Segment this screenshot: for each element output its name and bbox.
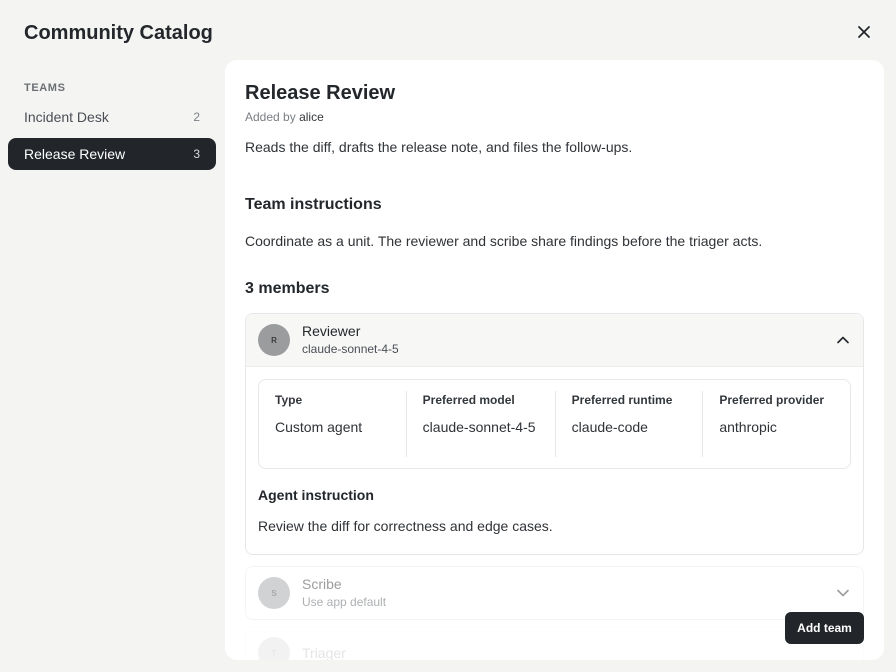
agent-instruction-label: Agent instruction	[258, 487, 374, 503]
added-by: Added by alice	[245, 110, 324, 124]
sidebar-item-incident-desk[interactable]: Incident Desk 2	[8, 101, 216, 133]
team-instructions-text: Coordinate as a unit. The reviewer and s…	[245, 233, 763, 249]
member-name: Reviewer	[302, 323, 361, 339]
member-header[interactable]: R Reviewer claude-sonnet-4-5	[246, 314, 863, 366]
member-name: Triager	[302, 644, 346, 661]
avatar: T	[258, 637, 290, 660]
close-button[interactable]	[852, 20, 876, 44]
prop-value: Custom agent	[275, 419, 363, 435]
prop-label: Type	[275, 393, 303, 407]
prop-preferred-provider: Preferred provider anthropic	[702, 391, 850, 457]
member-name: Scribe	[302, 576, 342, 592]
member-header[interactable]: T Triager	[246, 627, 863, 660]
prop-value: claude-code	[571, 419, 648, 435]
team-title: Release Review	[245, 82, 396, 104]
member-model: Use app default	[302, 595, 387, 609]
prop-label: Preferred model	[422, 393, 515, 407]
add-team-button[interactable]: Add team	[785, 612, 864, 644]
sidebar-item-release-review[interactable]: Release Review 3	[8, 138, 216, 170]
chevron-up-icon[interactable]	[835, 332, 851, 348]
sidebar-item-label: Release Review	[24, 146, 126, 162]
sidebar-heading: TEAMS	[24, 82, 66, 94]
sidebar-item-count: 3	[193, 147, 200, 161]
added-by-prefix: Added by	[245, 110, 296, 124]
team-instructions-heading: Team instructions	[245, 196, 382, 213]
prop-type: Type Custom agent	[259, 391, 406, 457]
prop-preferred-model: Preferred model claude-sonnet-4-5	[405, 391, 555, 457]
team-detail-panel: Release Review Added by alice Reads the …	[225, 60, 884, 660]
teams-sidebar: TEAMS Incident Desk 2 Release Review 3	[8, 80, 216, 170]
avatar: S	[258, 577, 290, 609]
team-description: Reads the diff, drafts the release note,…	[245, 139, 633, 155]
member-card-triager: T Triager	[245, 626, 864, 660]
prop-value: claude-sonnet-4-5	[422, 419, 536, 435]
member-details: Type Custom agent Preferred model claude…	[246, 366, 863, 554]
modal-title: Community Catalog	[24, 22, 213, 44]
avatar: R	[258, 324, 290, 356]
prop-label: Preferred runtime	[571, 393, 673, 407]
agent-instruction-text: Review the diff for correctness and edge…	[258, 518, 553, 534]
member-model: claude-sonnet-4-5	[302, 342, 399, 356]
prop-preferred-runtime: Preferred runtime claude-code	[554, 391, 703, 457]
prop-label: Preferred provider	[719, 393, 825, 407]
member-card-reviewer: R Reviewer claude-sonnet-4-5 Type Custom…	[245, 313, 864, 555]
members-heading: 3 members	[245, 280, 330, 297]
sidebar-item-label: Incident Desk	[24, 109, 109, 125]
member-card-scribe: S Scribe Use app default	[245, 566, 864, 620]
author-name: alice	[299, 110, 324, 124]
member-properties: Type Custom agent Preferred model claude…	[258, 379, 851, 469]
chevron-down-icon[interactable]	[835, 585, 851, 601]
member-header[interactable]: S Scribe Use app default	[246, 567, 863, 619]
prop-value: anthropic	[719, 419, 777, 435]
close-icon	[858, 26, 870, 38]
sidebar-item-count: 2	[193, 110, 200, 124]
